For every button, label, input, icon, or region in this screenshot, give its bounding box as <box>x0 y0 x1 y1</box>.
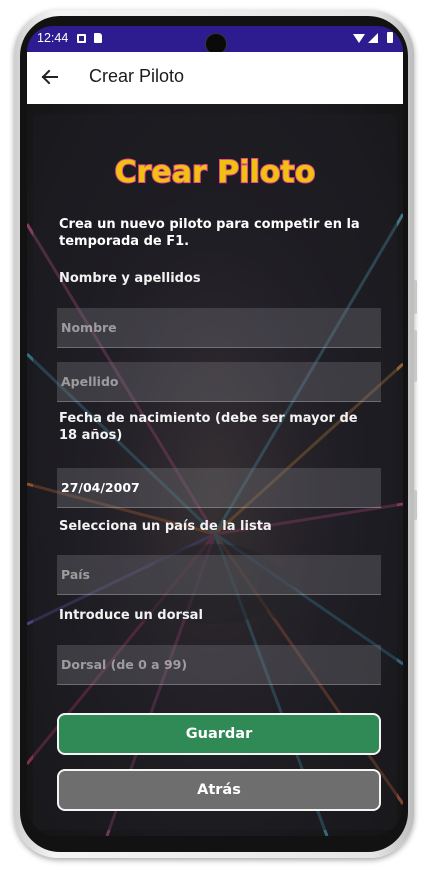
app-bar: Crear Piloto <box>27 52 403 104</box>
wifi-icon <box>353 34 365 43</box>
number-field[interactable] <box>57 645 381 685</box>
number-input[interactable] <box>57 645 381 684</box>
birthdate-input[interactable] <box>57 468 381 507</box>
logo-wordmark: Crear Piloto <box>114 154 317 191</box>
device-screen: 12:44 Crear Piloto Crear Piloto Crea un … <box>27 26 403 836</box>
status-time: 12:44 <box>37 31 69 45</box>
intro-text: Crea un nuevo piloto para competir en la… <box>59 217 360 249</box>
form-card: Crear Piloto Crea un nuevo piloto para c… <box>33 114 397 830</box>
status-bar: 12:44 <box>27 26 403 55</box>
back-button[interactable]: Atrás <box>57 769 381 811</box>
notification-icon <box>77 34 86 43</box>
form-screen: Crear Piloto Crea un nuevo piloto para c… <box>27 104 403 836</box>
last-name-field[interactable] <box>57 362 381 402</box>
last-name-input[interactable] <box>57 362 381 401</box>
first-name-input[interactable] <box>57 308 381 347</box>
save-button[interactable]: Guardar <box>57 713 381 755</box>
power-button <box>414 280 417 314</box>
back-arrow-icon[interactable] <box>35 62 65 92</box>
country-field[interactable] <box>57 555 381 595</box>
sd-card-icon <box>94 33 102 43</box>
birthdate-label: Fecha de nacimiento (debe ser mayor de 1… <box>59 411 358 443</box>
volume-button <box>414 330 417 382</box>
name-section-label: Nombre y apellidos <box>59 271 201 286</box>
number-label: Introduce un dorsal <box>59 608 203 623</box>
svg-text:Crear Piloto: Crear Piloto <box>115 155 316 190</box>
battery-icon <box>387 32 393 43</box>
country-label: Selecciona un país de la lista <box>59 519 272 534</box>
first-name-field[interactable] <box>57 308 381 348</box>
page-title: Crear Piloto <box>89 66 185 86</box>
volume-button-2 <box>414 490 417 520</box>
signal-icon <box>368 33 378 43</box>
logo: Crear Piloto <box>33 150 397 192</box>
country-input[interactable] <box>57 555 381 594</box>
birthdate-field[interactable] <box>57 468 381 508</box>
